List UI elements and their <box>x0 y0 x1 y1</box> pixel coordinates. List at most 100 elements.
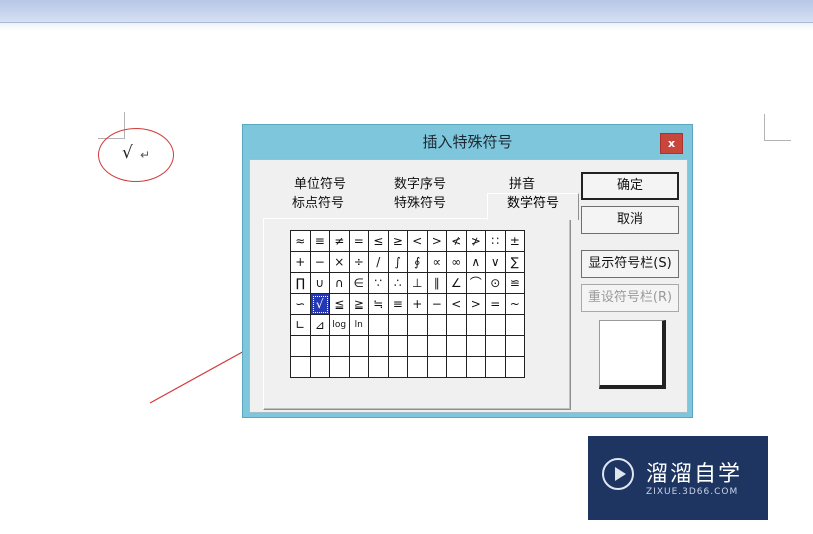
symbol-cell[interactable]: ∟ <box>291 315 311 336</box>
symbol-cell[interactable]: ∑ <box>505 252 525 273</box>
symbol-cell[interactable] <box>388 336 408 357</box>
symbol-cell[interactable]: ∏ <box>291 273 311 294</box>
symbol-cell[interactable]: − <box>427 294 447 315</box>
tab-number-sequence[interactable]: 数字序号 <box>372 176 468 194</box>
symbol-cell[interactable]: ≮ <box>447 231 467 252</box>
symbol-cell[interactable]: − <box>310 252 330 273</box>
symbol-cell[interactable] <box>447 336 467 357</box>
symbol-cell[interactable]: log <box>330 315 350 336</box>
symbol-cell[interactable] <box>466 357 486 378</box>
symbol-cell[interactable] <box>369 315 389 336</box>
symbol-cell[interactable] <box>349 357 369 378</box>
ok-button[interactable]: 确定 <box>581 172 679 200</box>
symbol-cell[interactable]: ≡ <box>388 294 408 315</box>
symbol-cell[interactable]: ⌒ <box>466 273 486 294</box>
symbol-cell[interactable]: ∵ <box>369 273 389 294</box>
tab-unit-symbols[interactable]: 单位符号 <box>274 176 366 194</box>
tab-special-symbols[interactable]: 特殊符号 <box>372 195 468 213</box>
tab-math-symbols[interactable]: 数学符号 <box>487 193 579 220</box>
symbol-cell[interactable]: ≧ <box>349 294 369 315</box>
symbol-cell[interactable]: > <box>427 231 447 252</box>
window-title-bar <box>0 0 813 23</box>
symbol-cell[interactable]: ~ <box>505 294 525 315</box>
symbol-cell[interactable] <box>408 336 428 357</box>
symbol-cell[interactable]: ≦ <box>330 294 350 315</box>
symbol-cell[interactable]: + <box>408 294 428 315</box>
symbol-cell[interactable] <box>486 315 506 336</box>
symbol-cell[interactable] <box>486 357 506 378</box>
symbol-cell[interactable] <box>330 336 350 357</box>
symbol-cell[interactable]: ≠ <box>330 231 350 252</box>
symbol-cell[interactable] <box>505 315 525 336</box>
symbol-cell[interactable]: ⊙ <box>486 273 506 294</box>
symbol-cell[interactable] <box>408 357 428 378</box>
symbol-cell[interactable]: ∈ <box>349 273 369 294</box>
symbol-cell[interactable] <box>447 357 467 378</box>
symbol-cell[interactable]: ≒ <box>369 294 389 315</box>
symbol-cell[interactable] <box>310 336 330 357</box>
symbol-cell[interactable] <box>388 357 408 378</box>
symbol-cell[interactable] <box>408 315 428 336</box>
symbol-cell[interactable]: × <box>330 252 350 273</box>
tab-punctuation[interactable]: 标点符号 <box>272 195 364 213</box>
symbol-cell[interactable] <box>310 357 330 378</box>
show-symbol-bar-button[interactable]: 显示符号栏(S) <box>581 250 679 278</box>
symbol-cell[interactable]: ≈ <box>291 231 311 252</box>
symbol-cell[interactable]: ∩ <box>330 273 350 294</box>
symbol-cell[interactable]: ⊥ <box>408 273 428 294</box>
symbol-cell[interactable]: ≤ <box>369 231 389 252</box>
symbol-cell[interactable] <box>330 357 350 378</box>
dialog-title: 插入特殊符号 <box>422 133 513 151</box>
symbol-cell[interactable]: ln <box>349 315 369 336</box>
symbol-cell[interactable] <box>369 336 389 357</box>
symbol-cell[interactable] <box>291 336 311 357</box>
symbol-cell[interactable]: > <box>466 294 486 315</box>
symbol-cell[interactable] <box>466 336 486 357</box>
symbol-cell[interactable] <box>427 336 447 357</box>
symbol-cell[interactable]: ∴ <box>388 273 408 294</box>
symbol-cell[interactable]: ∨ <box>486 252 506 273</box>
symbol-cell[interactable]: < <box>447 294 467 315</box>
symbol-cell[interactable]: ∫ <box>388 252 408 273</box>
close-button[interactable]: x <box>660 133 683 154</box>
symbol-cell[interactable]: ∠ <box>447 273 467 294</box>
symbol-cell[interactable] <box>505 336 525 357</box>
tab-pinyin[interactable]: 拼音 <box>476 176 568 194</box>
symbol-cell[interactable]: ÷ <box>349 252 369 273</box>
symbol-cell[interactable]: = <box>349 231 369 252</box>
reset-symbol-bar-button: 重设符号栏(R) <box>581 284 679 312</box>
symbol-cell[interactable]: = <box>486 294 506 315</box>
symbol-cell[interactable] <box>291 357 311 378</box>
symbol-cell[interactable]: ≌ <box>505 273 525 294</box>
symbol-cell[interactable]: < <box>408 231 428 252</box>
symbol-cell[interactable]: ∪ <box>310 273 330 294</box>
symbol-cell[interactable]: ∽ <box>291 294 311 315</box>
symbol-cell[interactable] <box>369 357 389 378</box>
symbol-cell[interactable]: ⊿ <box>310 315 330 336</box>
symbol-cell[interactable] <box>466 315 486 336</box>
symbol-cell[interactable]: ≯ <box>466 231 486 252</box>
symbol-cell[interactable]: ∧ <box>466 252 486 273</box>
symbol-cell[interactable]: ∮ <box>408 252 428 273</box>
symbol-cell[interactable]: ∥ <box>427 273 447 294</box>
symbol-cell-selected[interactable]: √ <box>310 294 330 315</box>
symbol-cell[interactable]: + <box>291 252 311 273</box>
symbol-cell[interactable] <box>388 315 408 336</box>
insert-special-symbol-dialog: 插入特殊符号 x 单位符号 数字序号 拼音 标点符号 特殊符号 数学符号 ≈ ≡ ≠… <box>242 124 693 418</box>
page-margin-corner-right <box>764 114 791 141</box>
symbol-cell[interactable] <box>427 357 447 378</box>
cancel-button[interactable]: 取消 <box>581 206 679 234</box>
symbol-grid: ≈ ≡ ≠ = ≤ ≥ < > ≮ ≯ ∷ ± + − × ÷ / ∫ ∮ ∝ ∞ ∧ ∨ ∑ ∏ ∪ ∩ ∈ ∵ ∴ ⊥ ∥ ∠ ⌒ ⊙ ≌ ∽ √ ≦ ≧… <box>290 230 525 378</box>
symbol-cell[interactable]: ≡ <box>310 231 330 252</box>
symbol-cell[interactable] <box>427 315 447 336</box>
symbol-cell[interactable]: ≥ <box>388 231 408 252</box>
symbol-cell[interactable]: ∝ <box>427 252 447 273</box>
symbol-cell[interactable]: ∷ <box>486 231 506 252</box>
symbol-cell[interactable]: / <box>369 252 389 273</box>
symbol-cell[interactable] <box>486 336 506 357</box>
symbol-cell[interactable] <box>447 315 467 336</box>
symbol-cell[interactable]: ∞ <box>447 252 467 273</box>
symbol-cell[interactable] <box>349 336 369 357</box>
symbol-cell[interactable]: ± <box>505 231 525 252</box>
symbol-cell[interactable] <box>505 357 525 378</box>
